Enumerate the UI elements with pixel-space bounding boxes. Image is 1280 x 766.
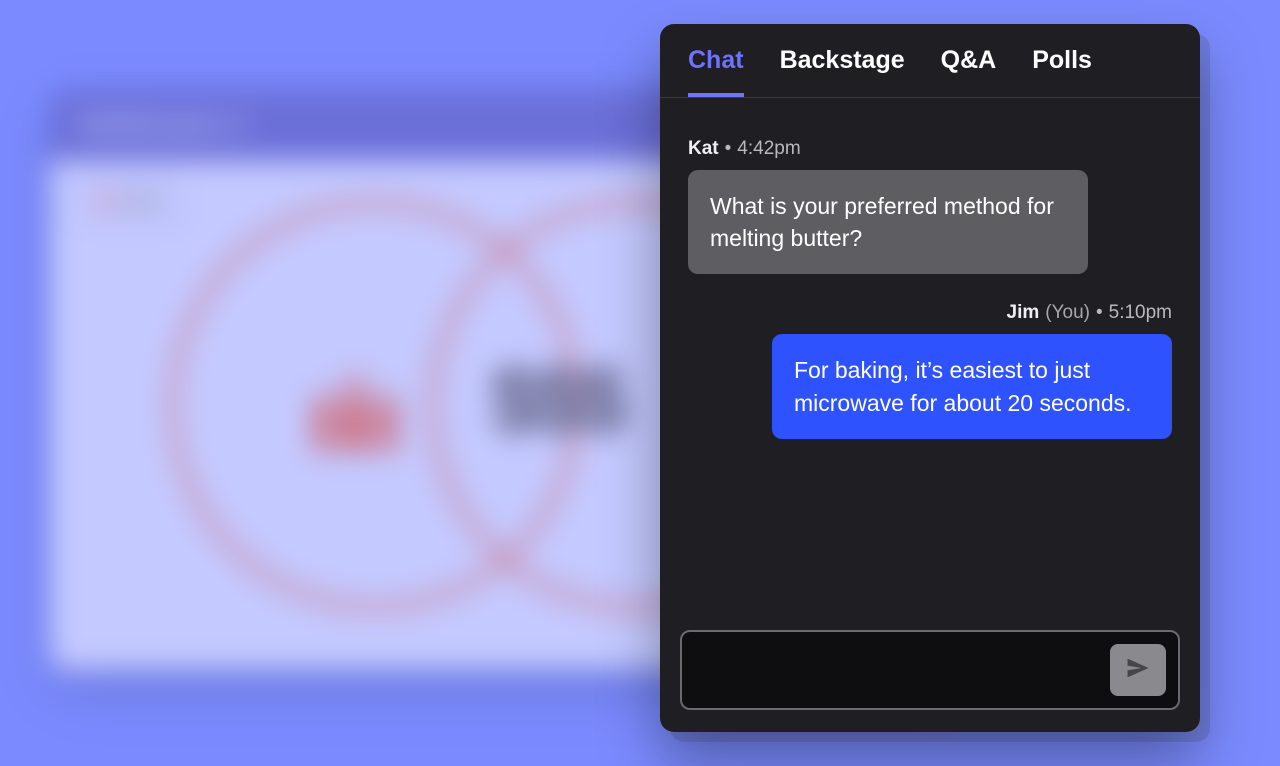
meta-separator: •	[1096, 302, 1103, 324]
chat-panel: Chat Backstage Q&A Polls Kat • 4:42pm Wh…	[660, 24, 1200, 732]
message-meta: Kat • 4:42pm	[688, 138, 1172, 160]
send-button[interactable]	[1110, 644, 1166, 696]
chat-message: Kat • 4:42pm What is your preferred meth…	[688, 138, 1172, 274]
tab-chat[interactable]: Chat	[688, 46, 744, 97]
stage-brand: BAKEforward.c X	[80, 114, 246, 137]
chat-input-container	[680, 630, 1180, 710]
tab-bar: Chat Backstage Q&A Polls	[660, 24, 1200, 98]
live-dot-icon	[100, 196, 112, 208]
chat-input[interactable]	[698, 659, 1110, 682]
message-bubble: For baking, it’s easiest to just microwa…	[772, 334, 1172, 438]
dollars-icon: $$$	[490, 350, 622, 453]
tab-polls[interactable]: Polls	[1032, 46, 1092, 97]
message-author: Jim	[1007, 302, 1040, 324]
message-author: Kat	[688, 138, 719, 160]
live-badge-label: Live	[120, 190, 160, 213]
meta-separator: •	[725, 138, 732, 160]
message-time: 4:42pm	[737, 138, 800, 160]
message-meta: Jim (You) • 5:10pm	[1007, 302, 1173, 324]
message-bubble: What is your preferred method for meltin…	[688, 170, 1088, 274]
chat-message: Jim (You) • 5:10pm For baking, it’s easi…	[688, 302, 1172, 438]
chat-messages: Kat • 4:42pm What is your preferred meth…	[660, 98, 1200, 618]
tab-qa[interactable]: Q&A	[941, 46, 997, 97]
chat-input-row	[660, 618, 1200, 732]
live-badge: Live	[80, 180, 180, 223]
briefcase-icon	[300, 360, 410, 489]
message-time: 5:10pm	[1109, 302, 1172, 324]
tab-backstage[interactable]: Backstage	[780, 46, 905, 97]
message-you-label: (You)	[1045, 302, 1090, 324]
send-icon	[1124, 654, 1152, 687]
